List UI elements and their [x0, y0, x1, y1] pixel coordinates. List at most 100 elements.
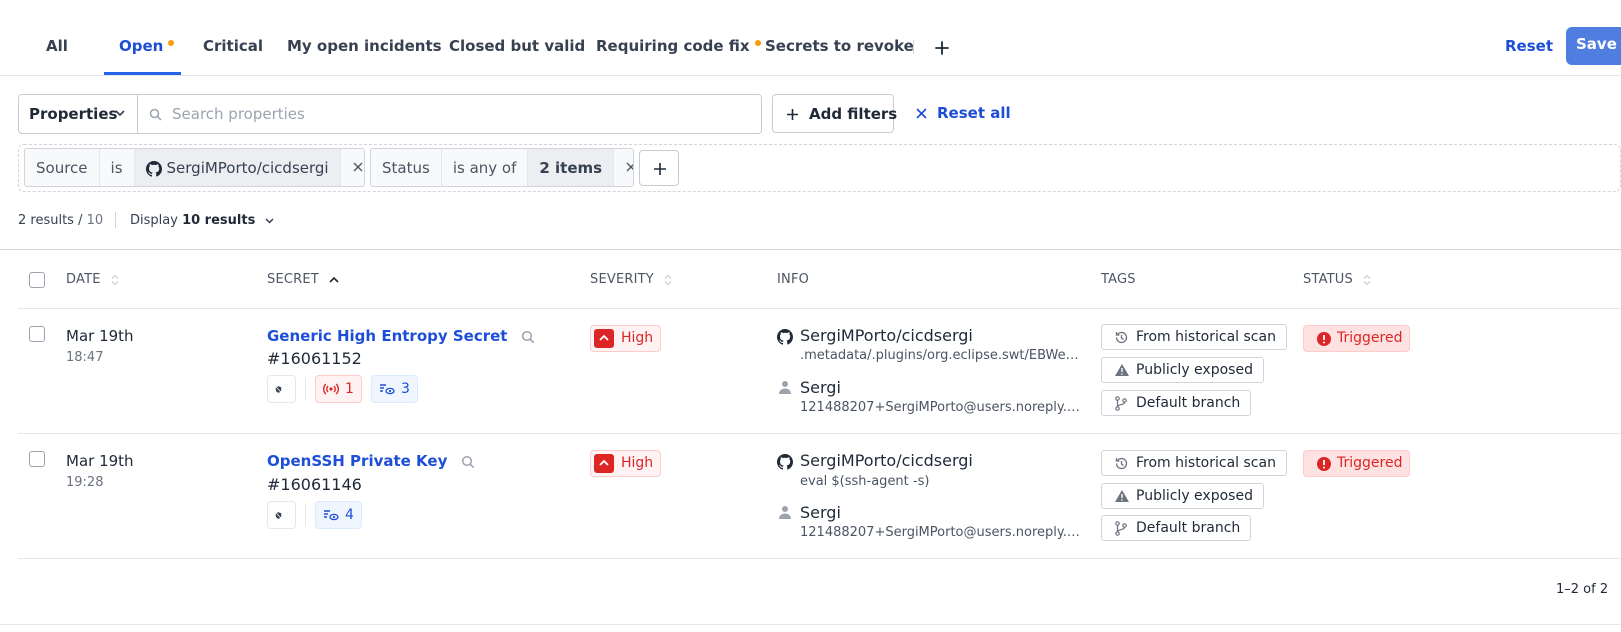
tab-divider — [913, 40, 914, 54]
alerts-count: 1 — [345, 381, 354, 397]
chevron-down-icon — [115, 110, 125, 116]
row-checkbox[interactable] — [29, 326, 45, 342]
search-input[interactable]: Search properties — [172, 105, 305, 123]
warning-icon — [1115, 364, 1129, 376]
unsaved-dot — [168, 40, 175, 46]
tab-my-open-incidents[interactable]: My open incidents — [287, 36, 442, 56]
column-header-date[interactable]: DATE — [66, 272, 119, 287]
sort-icon — [1363, 274, 1371, 285]
plus-icon — [654, 163, 666, 175]
github-icon — [777, 454, 793, 470]
display-count-dropdown[interactable]: Display 10 results — [130, 213, 274, 228]
column-label: TAGS — [1101, 272, 1136, 287]
secret-link[interactable]: OpenSSH Private Key — [267, 452, 475, 470]
row-divider — [18, 558, 1621, 559]
tab-critical[interactable]: Critical — [203, 36, 263, 56]
branch-icon — [1115, 396, 1127, 411]
validity-unknown-badge[interactable] — [267, 375, 296, 403]
tab-label: Secrets to revoke — [765, 37, 914, 55]
secret-name: OpenSSH Private Key — [267, 452, 448, 470]
results-count-text: 2 results — [18, 213, 74, 228]
column-header-status[interactable]: STATUS — [1303, 272, 1371, 287]
column-label: INFO — [777, 272, 810, 287]
tab-label: Requiring code fix — [596, 37, 750, 55]
reset-all-button[interactable]: Reset all — [915, 104, 1011, 122]
properties-label: Properties — [29, 105, 118, 123]
filter-operator[interactable]: is any of — [442, 149, 529, 186]
chevron-up-icon — [594, 329, 614, 348]
list-eye-icon — [324, 510, 339, 521]
incident-time: 19:28 — [66, 475, 104, 490]
filter-field[interactable]: Source — [25, 149, 100, 186]
validity-unknown-badge[interactable] — [267, 501, 296, 529]
filter-operator[interactable]: is — [100, 149, 135, 186]
tab-requiring-code-fix[interactable]: Requiring code fix — [596, 36, 761, 56]
reset-all-label: Reset all — [937, 104, 1011, 122]
broadcast-icon — [323, 383, 339, 395]
tag-default-branch: Default branch — [1101, 390, 1252, 416]
secret-link[interactable]: Generic High Entropy Secret — [267, 327, 535, 345]
add-filter-chip-button[interactable] — [639, 150, 679, 186]
row-checkbox[interactable] — [29, 451, 45, 467]
alert-circle-icon — [1317, 332, 1331, 346]
filter-field[interactable]: Status — [371, 149, 442, 186]
column-header-secret[interactable]: SECRET — [267, 272, 339, 287]
display-label: Display — [130, 213, 178, 228]
table-bottom-border — [0, 624, 1621, 625]
display-value: 10 results — [182, 213, 256, 228]
branch-icon — [1115, 521, 1127, 536]
close-icon — [916, 108, 927, 119]
repository-link[interactable]: SergiMPorto/cicdsergi — [800, 326, 973, 345]
occurrences-badge[interactable]: 4 — [315, 501, 362, 529]
status-label: Triggered — [1337, 330, 1403, 346]
committer-email: 121488207+SergiMPorto@users.noreply.gith… — [800, 525, 1080, 540]
remove-filter-button[interactable] — [614, 149, 633, 186]
column-header-severity[interactable]: SEVERITY — [590, 272, 672, 287]
add-filters-button[interactable]: Add filters — [772, 94, 897, 133]
search-icon[interactable] — [521, 330, 535, 344]
tab-all[interactable]: All — [46, 36, 68, 56]
file-path: .metadata/.plugins/org.eclipse.swt/EBWeb… — [800, 348, 1080, 363]
occurrences-count: 3 — [401, 381, 410, 397]
tag-from-historical-scan: From historical scan — [1101, 450, 1287, 476]
tab-open[interactable]: Open — [119, 36, 175, 56]
results-count: 2 results / 10 — [18, 213, 104, 228]
tab-label: My open incidents — [287, 37, 442, 55]
reset-view-button[interactable]: Reset — [1505, 36, 1553, 56]
pagination-info: 1–2 of 2 — [1556, 582, 1609, 597]
alerts-badge[interactable]: 1 — [315, 375, 362, 403]
header-divider — [18, 308, 1621, 309]
secret-name: Generic High Entropy Secret — [267, 327, 508, 345]
incident-date: Mar 19th — [66, 452, 134, 470]
tab-closed-but-valid[interactable]: Closed but valid — [449, 36, 585, 56]
filter-chip-status: Status is any of 2 items — [370, 148, 634, 187]
select-all-checkbox[interactable] — [29, 272, 45, 288]
active-tab-indicator — [104, 72, 181, 75]
tab-label: Open — [119, 37, 164, 55]
properties-dropdown[interactable]: Properties — [19, 95, 138, 133]
status-label: Triggered — [1337, 455, 1403, 471]
alert-circle-icon — [1317, 457, 1331, 471]
column-label: SECRET — [267, 272, 319, 287]
occurrences-badge[interactable]: 3 — [371, 375, 418, 403]
committer-name: Sergi — [800, 503, 841, 522]
save-view-button[interactable]: Save — [1566, 27, 1621, 65]
remove-filter-button[interactable] — [340, 149, 364, 186]
sort-icon — [111, 274, 119, 285]
search-icon[interactable] — [461, 455, 475, 469]
committer-name: Sergi — [800, 378, 841, 397]
add-view-plus-icon[interactable] — [932, 38, 952, 58]
incident-date: Mar 19th — [66, 327, 134, 345]
results-total: 10 — [86, 213, 104, 228]
plus-icon — [787, 109, 798, 120]
column-header-tags: TAGS — [1101, 272, 1136, 287]
filter-value[interactable]: 2 items — [528, 149, 615, 186]
user-icon — [779, 506, 791, 519]
status-badge: Triggered — [1303, 450, 1410, 477]
list-eye-icon — [380, 384, 395, 395]
tab-secrets-to-revoke[interactable]: Secrets to revoke — [765, 36, 914, 56]
close-icon — [626, 162, 633, 172]
filter-value[interactable]: SergiMPorto/cicdsergi — [134, 149, 341, 186]
repository-link[interactable]: SergiMPorto/cicdsergi — [800, 451, 973, 470]
column-label: DATE — [66, 272, 101, 287]
